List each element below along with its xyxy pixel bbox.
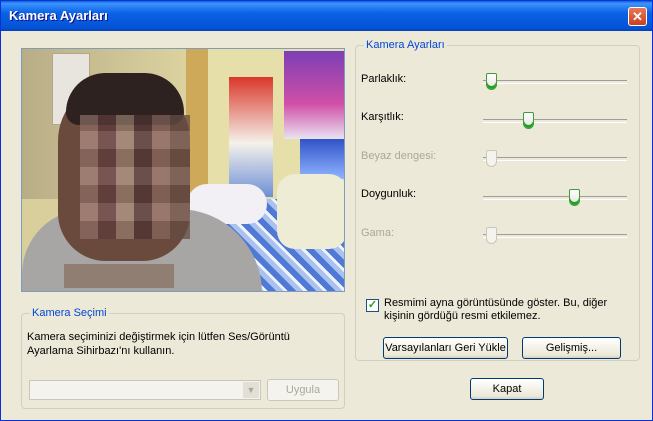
mirror-image-label[interactable]: Resmimi ayna görüntüsünde göster. Bu, di… (384, 297, 628, 323)
camera-settings-window: Kamera Ayarları ✕ Kamera Seçimi Kamera s… (0, 0, 653, 421)
preview-poster (300, 139, 344, 179)
gamma-label: Gama: (361, 227, 395, 239)
close-dialog-button[interactable]: Kapat (470, 378, 544, 400)
title-bar: Kamera Ayarları ✕ (1, 1, 652, 31)
camera-dropdown[interactable]: ▼ (29, 380, 261, 400)
white-balance-track (483, 157, 627, 161)
dialog-body: Kamera Seçimi Kamera seçiminizi değiştir… (4, 31, 649, 418)
mirror-image-checkbox[interactable]: ✓ (366, 299, 379, 312)
gamma-slider-thumb (485, 227, 497, 244)
brightness-track[interactable] (483, 80, 627, 84)
saturation-slider-thumb[interactable] (569, 189, 581, 206)
preview-pillow (277, 174, 344, 249)
contrast-track[interactable] (483, 119, 627, 123)
advanced-button[interactable]: Gelişmiş... (522, 337, 621, 359)
preview-poster (229, 77, 273, 197)
gamma-track (483, 234, 627, 238)
pixelated-face-overlay (80, 115, 190, 239)
preview-poster (284, 51, 344, 139)
white-balance-slider-thumb (485, 150, 497, 167)
close-icon: ✕ (632, 9, 643, 24)
checkmark-icon: ✓ (367, 299, 378, 311)
chevron-down-icon[interactable]: ▼ (243, 382, 259, 398)
camera-selection-description: Kamera seçiminizi değiştirmek için lütfe… (27, 331, 290, 357)
brightness-label: Parlaklık: (361, 73, 407, 85)
camera-settings-group: Kamera Ayarları Parlaklık: Karşıtlık: Be… (355, 39, 640, 361)
preview-shirt-print (64, 264, 174, 288)
apply-button[interactable]: Uygula (267, 379, 339, 401)
brightness-slider-thumb[interactable] (485, 73, 497, 90)
window-title: Kamera Ayarları (9, 8, 108, 23)
camera-selection-legend: Kamera Seçimi (30, 307, 109, 319)
contrast-label: Karşıtlık: (361, 111, 404, 123)
contrast-slider-thumb[interactable] (522, 112, 534, 129)
saturation-track[interactable] (483, 196, 627, 200)
close-button[interactable]: ✕ (628, 7, 647, 26)
camera-selection-group: Kamera Seçimi Kamera seçiminizi değiştir… (21, 307, 345, 409)
restore-defaults-button[interactable]: Varsayılanları Geri Yükle (383, 337, 508, 359)
white-balance-label: Beyaz dengesi: (361, 150, 437, 162)
camera-preview (21, 48, 345, 292)
saturation-label: Doygunluk: (361, 188, 417, 200)
camera-settings-legend: Kamera Ayarları (364, 39, 447, 51)
